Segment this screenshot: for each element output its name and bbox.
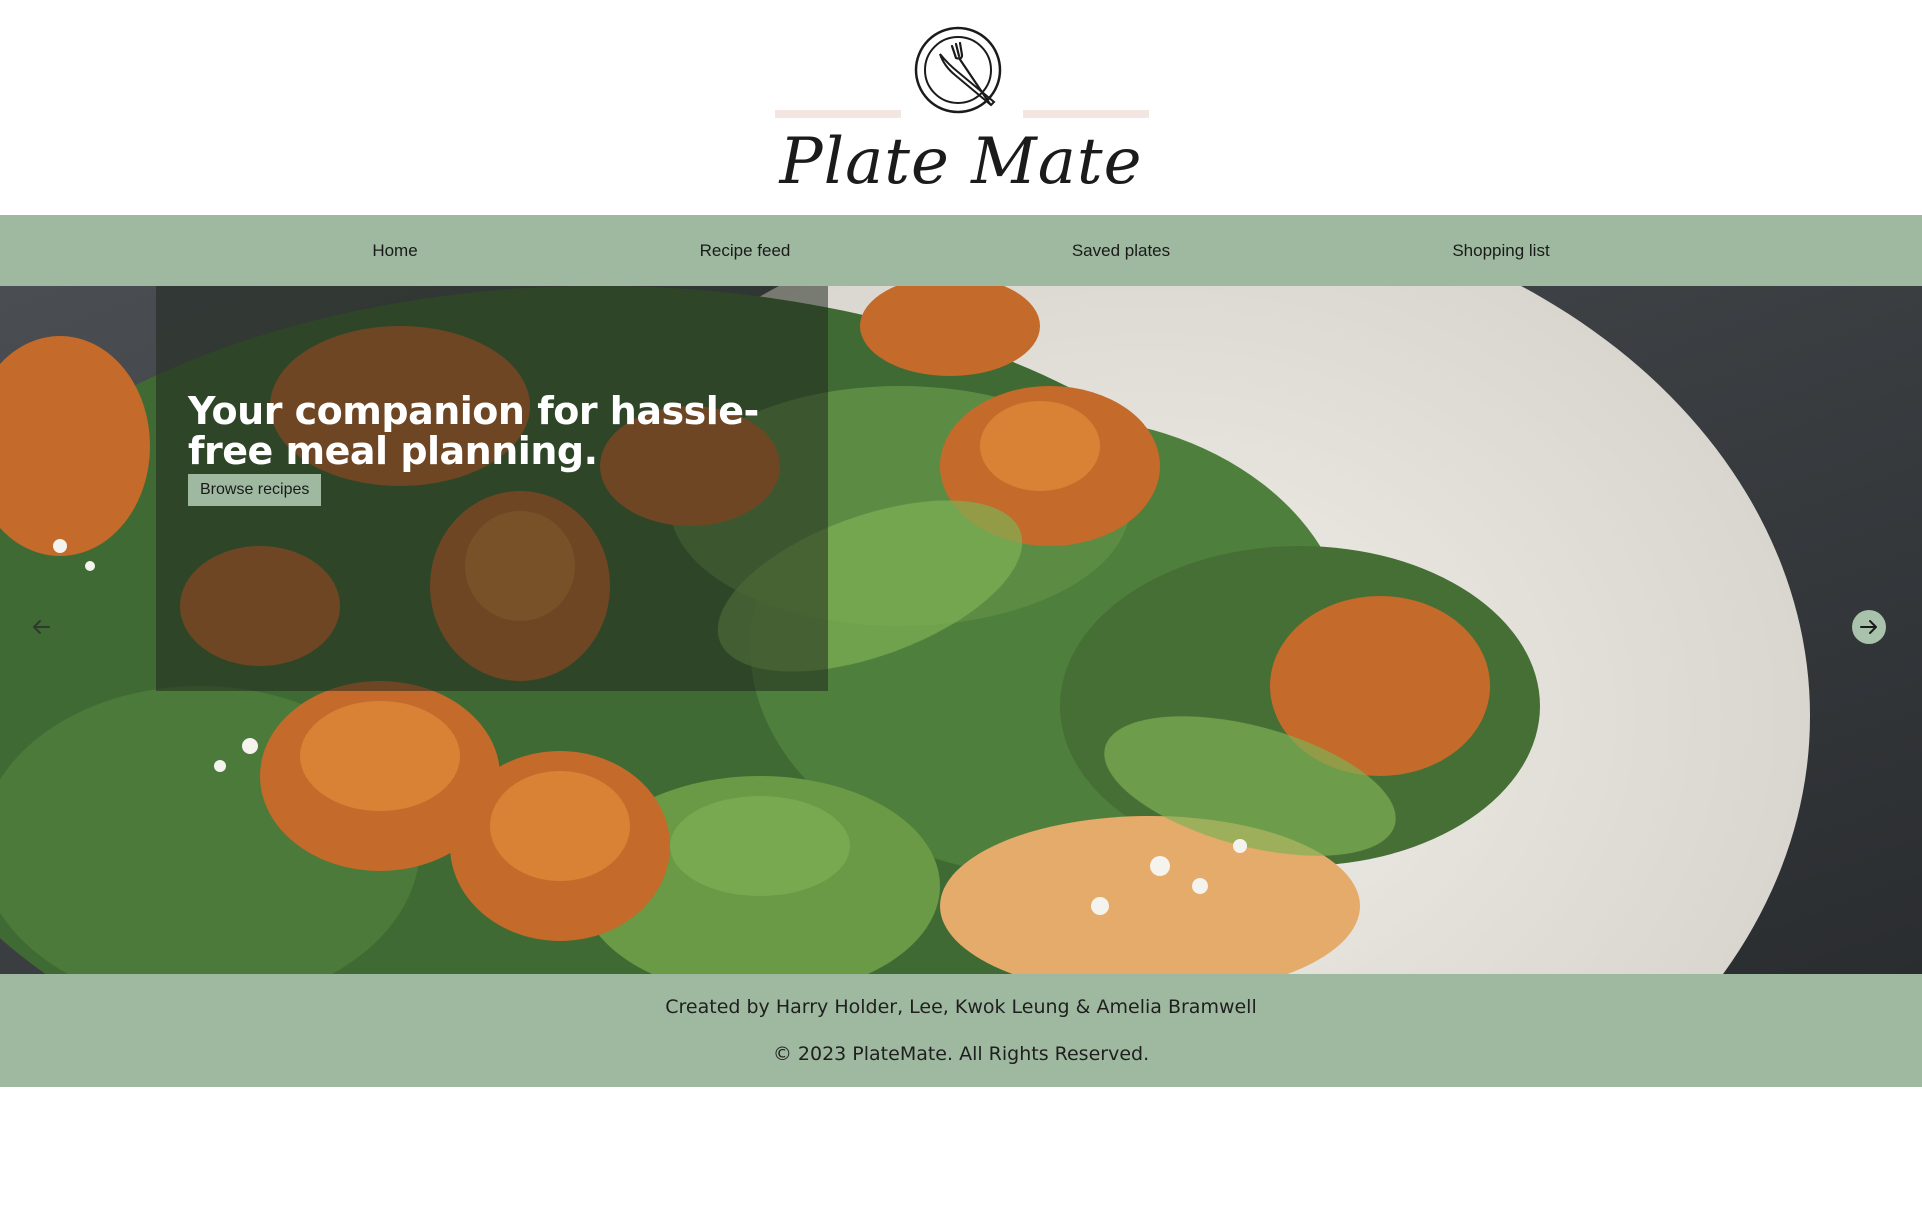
nav-item-recipe-feed[interactable]: Recipe feed (675, 215, 815, 286)
logo-rule-right (1023, 110, 1149, 118)
hero-overlay-panel: Your companion for hassle-free meal plan… (156, 286, 828, 691)
carousel-next-button[interactable] (1852, 610, 1886, 644)
hero-headline: Your companion for hassle-free meal plan… (188, 389, 759, 474)
nav-item-saved-plates[interactable]: Saved plates (1051, 215, 1191, 286)
hero-carousel: Your companion for hassle-free meal plan… (0, 286, 1922, 974)
main-nav: Home Recipe feed Saved plates Shopping l… (0, 215, 1922, 286)
logo-rule-left (775, 110, 901, 118)
site-footer: Created by Harry Holder, Lee, Kwok Leung… (0, 974, 1922, 1087)
footer-credits: Created by Harry Holder, Lee, Kwok Leung… (665, 996, 1257, 1018)
arrow-left-icon (33, 620, 50, 634)
brand-name[interactable]: Plate Mate (761, 122, 1161, 202)
nav-item-shopping-list[interactable]: Shopping list (1426, 215, 1576, 286)
carousel-prev-button[interactable] (24, 610, 58, 644)
site-header: Plate Mate (0, 0, 1922, 215)
browse-recipes-button[interactable]: Browse recipes (188, 474, 322, 506)
arrow-right-icon (1860, 620, 1877, 634)
nav-item-home[interactable]: Home (345, 215, 445, 286)
footer-copyright: © 2023 PlateMate. All Rights Reserved. (772, 1043, 1150, 1065)
plate-fork-knife-icon (914, 26, 1002, 114)
